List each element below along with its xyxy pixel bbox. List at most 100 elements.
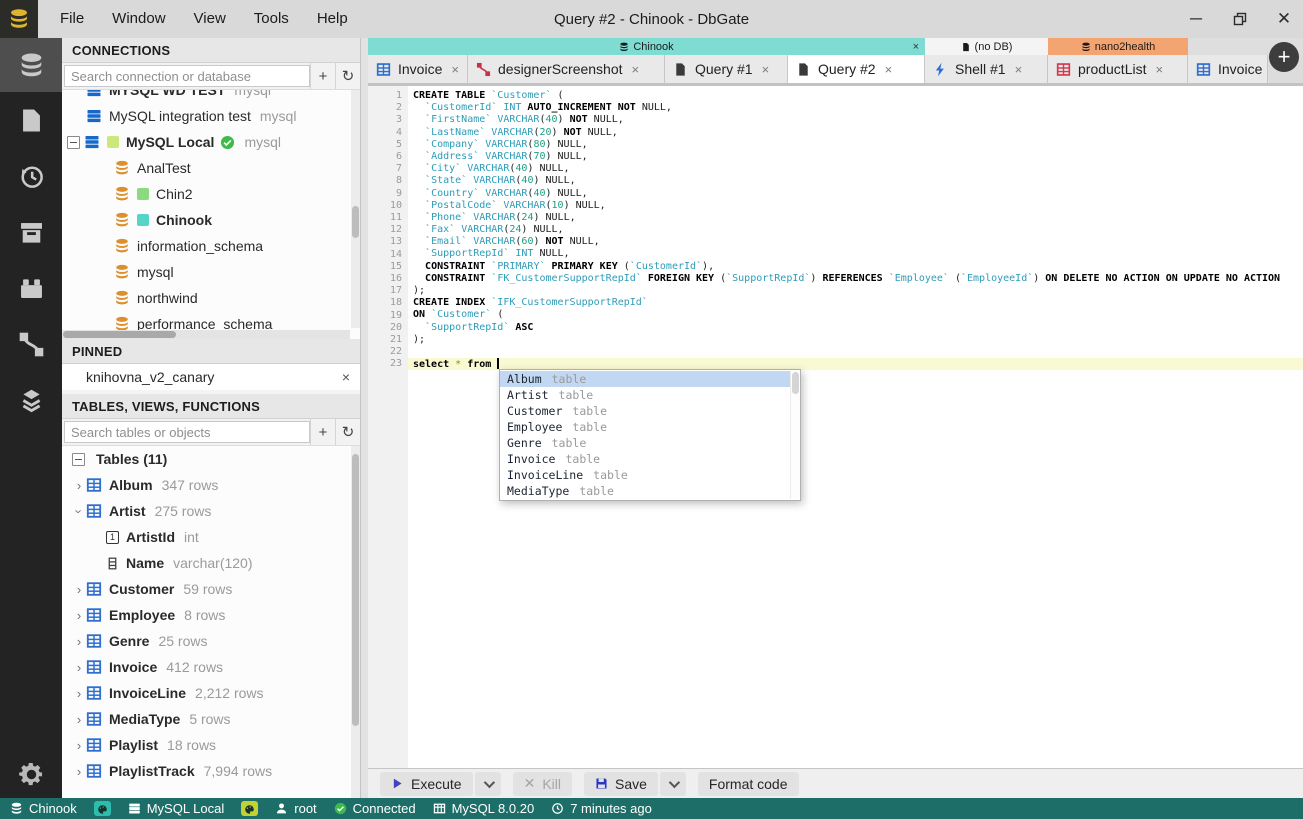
- connection-item[interactable]: MySQL integration test mysql: [62, 103, 360, 129]
- collapse-icon[interactable]: [72, 452, 85, 466]
- table-row[interactable]: › Genre 25 rows: [62, 628, 360, 654]
- menu-file[interactable]: File: [46, 0, 98, 38]
- tab-invoice[interactable]: Invoice: [1188, 55, 1268, 83]
- connections-horizontal-scrollbar[interactable]: [62, 330, 350, 339]
- format-code-button[interactable]: Format code: [697, 771, 799, 796]
- table-row[interactable]: › Playlist 18 rows: [62, 732, 360, 758]
- autocomplete-item[interactable]: InvoiceLine table: [500, 467, 800, 483]
- status-mysql-8-0-20[interactable]: MySQL 8.0.20: [433, 801, 534, 816]
- close-group-icon[interactable]: ×: [913, 41, 919, 53]
- autocomplete-scrollbar[interactable]: [790, 371, 800, 499]
- chevron-right-icon[interactable]: ›: [72, 660, 86, 675]
- table-row[interactable]: › Invoice 412 rows: [62, 654, 360, 680]
- autocomplete-item[interactable]: Customer table: [500, 403, 800, 419]
- column-row[interactable]: Name varchar(120): [62, 550, 360, 576]
- status-root[interactable]: root: [275, 801, 317, 816]
- database-item[interactable]: mysql: [62, 259, 360, 285]
- table-row[interactable]: › MediaType 5 rows: [62, 706, 360, 732]
- tab-invoice[interactable]: Invoice ×: [368, 55, 468, 83]
- activity-database-button[interactable]: [0, 38, 62, 92]
- autocomplete-item[interactable]: Album table: [500, 371, 800, 387]
- close-tab-icon[interactable]: ×: [632, 62, 640, 77]
- table-row[interactable]: › Artist 275 rows: [62, 498, 360, 524]
- close-tab-icon[interactable]: ×: [762, 62, 770, 77]
- chevron-right-icon[interactable]: ›: [72, 582, 86, 597]
- tab-designerscreenshot[interactable]: designerScreenshot ×: [468, 55, 665, 83]
- chevron-right-icon[interactable]: ›: [72, 712, 86, 727]
- tables-vertical-scrollbar[interactable]: [351, 446, 360, 798]
- scrollbar-thumb[interactable]: [352, 206, 359, 238]
- table-row[interactable]: › PlaylistTrack 7,994 rows: [62, 758, 360, 784]
- status-chinook[interactable]: Chinook: [10, 801, 77, 816]
- autocomplete-item[interactable]: Artist table: [500, 387, 800, 403]
- activity-plugins-button[interactable]: [0, 260, 62, 316]
- activity-designer-button[interactable]: [0, 316, 62, 372]
- menu-window[interactable]: Window: [98, 0, 179, 38]
- tab-group-nano2health[interactable]: nano2health: [1048, 38, 1188, 55]
- connection-color-swatch[interactable]: [93, 801, 111, 816]
- chevron-right-icon[interactable]: ›: [72, 478, 86, 493]
- menu-view[interactable]: View: [180, 0, 240, 38]
- scrollbar-thumb[interactable]: [63, 331, 176, 338]
- table-row[interactable]: › Album 347 rows: [62, 472, 360, 498]
- status-mysql-local[interactable]: MySQL Local: [128, 801, 224, 816]
- objects-search-input[interactable]: [64, 421, 310, 443]
- status-7-minutes-ago[interactable]: 7 minutes ago: [551, 801, 652, 816]
- tab-shell1[interactable]: Shell #1 ×: [925, 55, 1048, 83]
- table-row[interactable]: › Customer 59 rows: [62, 576, 360, 602]
- autocomplete-item[interactable]: MediaType table: [500, 483, 800, 499]
- scrollbar-thumb[interactable]: [352, 454, 359, 726]
- menu-tools[interactable]: Tools: [240, 0, 303, 38]
- collapse-icon[interactable]: [67, 135, 80, 149]
- menu-help[interactable]: Help: [303, 0, 362, 38]
- connection-item[interactable]: MySQL Local mysql: [62, 129, 360, 155]
- column-row[interactable]: 1 ArtistId int: [62, 524, 360, 550]
- chevron-right-icon[interactable]: ›: [72, 608, 86, 623]
- settings-button[interactable]: [0, 761, 62, 788]
- minimize-icon[interactable]: ─: [1187, 9, 1205, 28]
- tables-group-row[interactable]: Tables (11): [62, 446, 360, 472]
- refresh-connections-icon[interactable]: ↻: [335, 63, 360, 89]
- pinned-item[interactable]: knihovna_v2_canary ×: [62, 364, 360, 394]
- connections-search-input[interactable]: [64, 65, 310, 87]
- database-item[interactable]: information_schema: [62, 233, 360, 259]
- chevron-right-icon[interactable]: ›: [72, 764, 86, 779]
- database-item[interactable]: AnalTest: [62, 155, 360, 181]
- autocomplete-item[interactable]: Employee table: [500, 419, 800, 435]
- database-item[interactable]: northwind: [62, 285, 360, 311]
- new-tab-button[interactable]: +: [1269, 42, 1299, 72]
- autocomplete-item[interactable]: Genre table: [500, 435, 800, 451]
- save-button[interactable]: Save: [584, 771, 658, 796]
- activity-files-button[interactable]: [0, 92, 62, 148]
- tab-productlist[interactable]: productList ×: [1048, 55, 1188, 83]
- add-connection-button[interactable]: +: [310, 63, 335, 89]
- close-tab-icon[interactable]: ×: [1155, 62, 1163, 77]
- tab-query2[interactable]: Query #2 ×: [788, 55, 925, 83]
- add-object-button[interactable]: +: [310, 419, 335, 445]
- close-tab-icon[interactable]: ×: [1015, 62, 1023, 77]
- execute-dropdown-button[interactable]: [474, 771, 501, 796]
- unpin-icon[interactable]: ×: [342, 369, 350, 385]
- database-item[interactable]: Chinook: [62, 207, 360, 233]
- table-row[interactable]: › InvoiceLine 2,212 rows: [62, 680, 360, 706]
- chevron-right-icon[interactable]: ›: [72, 686, 86, 701]
- chevron-down-icon[interactable]: ›: [72, 504, 87, 518]
- autocomplete-item[interactable]: Invoice table: [500, 451, 800, 467]
- save-dropdown-button[interactable]: [659, 771, 686, 796]
- tab-group-nodb[interactable]: (no DB): [925, 38, 1048, 55]
- activity-archive-button[interactable]: [0, 204, 62, 260]
- status-connected[interactable]: Connected: [334, 801, 416, 816]
- kill-button[interactable]: ✕ Kill: [512, 771, 572, 796]
- chevron-right-icon[interactable]: ›: [72, 634, 86, 649]
- restore-icon[interactable]: [1231, 10, 1249, 28]
- sql-editor[interactable]: 1 2 3 4 5 6 7 8 9 10 11 12 13 14 15 16 17 18 19 20 21 22 23 CR…: [368, 86, 1303, 768]
- close-tab-icon[interactable]: ×: [885, 62, 893, 77]
- close-icon[interactable]: ✕: [1275, 9, 1293, 28]
- connection-color-swatch[interactable]: [241, 801, 259, 816]
- database-item[interactable]: Chin2: [62, 181, 360, 207]
- refresh-objects-icon[interactable]: ↻: [335, 419, 360, 445]
- tab-group-chinook[interactable]: Chinook ×: [368, 38, 925, 55]
- connection-item[interactable]: MYSQL WD TEST mysql: [62, 90, 360, 103]
- activity-layers-button[interactable]: [0, 372, 62, 428]
- table-row[interactable]: › Employee 8 rows: [62, 602, 360, 628]
